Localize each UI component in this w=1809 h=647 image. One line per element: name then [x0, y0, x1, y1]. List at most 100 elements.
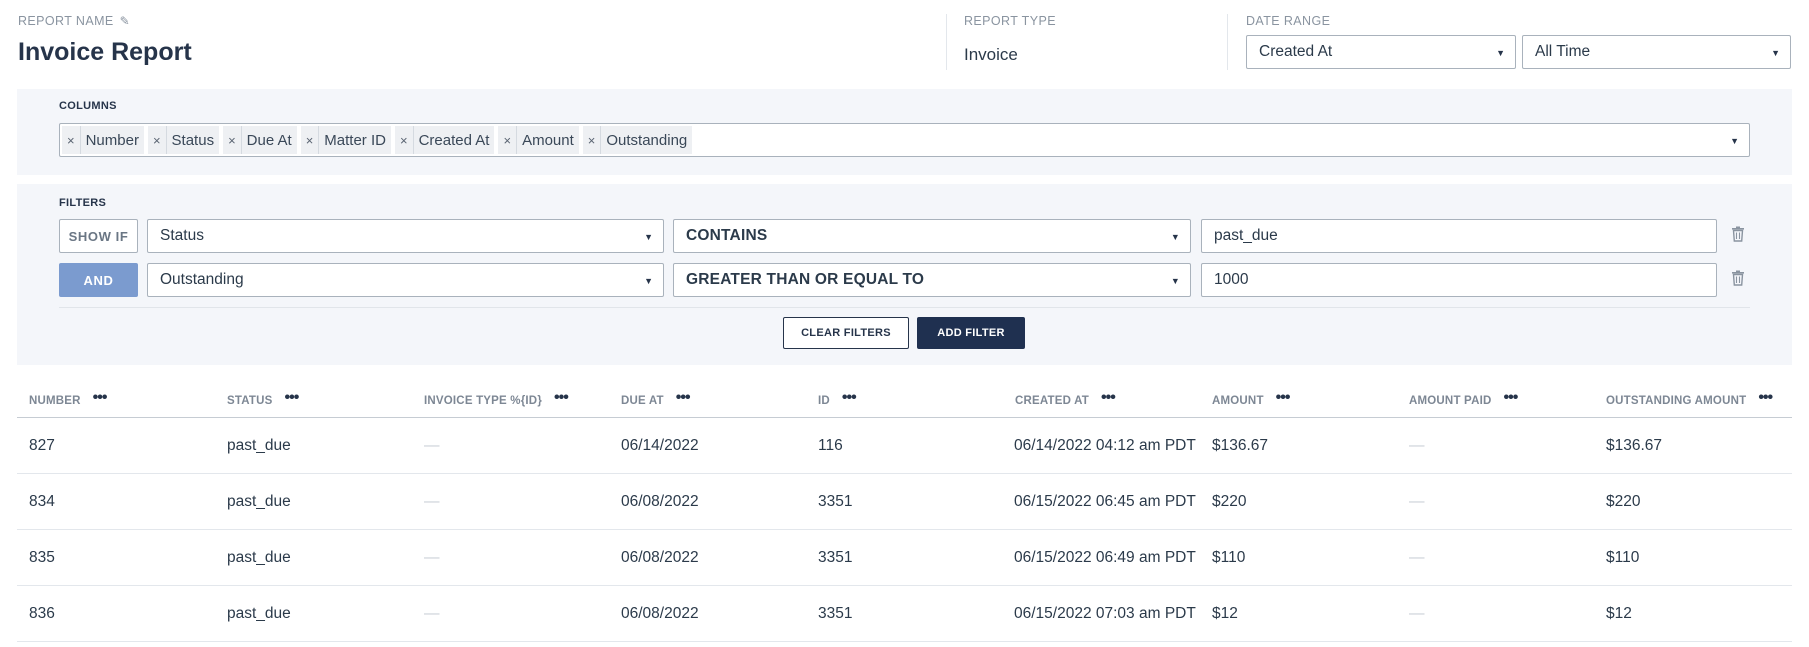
filter-value-input[interactable]: 1000 [1201, 263, 1717, 297]
results-table: NUMBER ••• STATUS ••• INVOICE TYPE %{ID} ••… [17, 382, 1792, 642]
cell-outstanding: $110 [1606, 549, 1640, 566]
table-row[interactable]: 835 past_due — 06/08/2022 3351 06/15/202… [17, 530, 1792, 586]
cell-invoice-type: — [424, 437, 440, 454]
cell-invoice-type: — [424, 549, 440, 566]
header-divider [946, 14, 947, 70]
add-filter-button[interactable]: ADD FILTER [917, 317, 1025, 349]
cell-status: past_due [227, 493, 291, 510]
columns-multiselect[interactable]: × Number × Status × Due At × Matter ID ×… [59, 123, 1750, 157]
table-row[interactable]: 836 past_due — 06/08/2022 3351 06/15/202… [17, 586, 1792, 642]
more-icon[interactable]: ••• [1758, 390, 1773, 406]
column-header[interactable]: AMOUNT PAID ••• [1409, 390, 1518, 408]
column-tag: × Outstanding [582, 126, 693, 154]
columns-panel: COLUMNS × Number × Status × Due At × Mat… [17, 89, 1792, 175]
more-icon[interactable]: ••• [285, 390, 300, 406]
more-icon[interactable]: ••• [676, 390, 691, 406]
trash-icon[interactable] [1731, 226, 1749, 246]
date-range-label: DATE RANGE [1246, 14, 1331, 28]
column-tag-label: Matter ID [319, 126, 391, 154]
filter-value-input[interactable]: past_due [1201, 219, 1717, 253]
date-period-select[interactable]: All Time ▼ [1522, 35, 1791, 69]
cell-amount: $12 [1212, 605, 1238, 622]
cell-amount: $110 [1212, 549, 1246, 566]
column-header-label: INVOICE TYPE %{ID} [424, 395, 542, 407]
column-tag-label: Status [166, 126, 220, 154]
chevron-down-icon: ▼ [644, 276, 653, 286]
column-header-label: ID [818, 395, 830, 407]
close-icon[interactable]: × [498, 126, 518, 154]
column-header[interactable]: STATUS ••• [227, 390, 300, 408]
report-header: REPORT NAME ✎ Invoice Report REPORT TYPE… [0, 0, 1809, 88]
filter-field-select[interactable]: Outstanding ▼ [147, 263, 664, 297]
table-row[interactable]: 834 past_due — 06/08/2022 3351 06/15/202… [17, 474, 1792, 530]
column-header[interactable]: OUTSTANDING AMOUNT ••• [1606, 390, 1773, 408]
close-icon[interactable]: × [394, 126, 414, 154]
table-header-row: NUMBER ••• STATUS ••• INVOICE TYPE %{ID} ••… [17, 382, 1792, 418]
close-icon[interactable]: × [147, 126, 167, 154]
cell-due-at: 06/14/2022 [621, 437, 699, 454]
report-type-value: Invoice [964, 45, 1018, 64]
close-icon[interactable]: × [582, 126, 602, 154]
cell-created-at: 06/14/2022 04:12 am PDT [1014, 437, 1196, 454]
filter-operator-select[interactable]: GREATER THAN OR EQUAL TO ▼ [673, 263, 1191, 297]
column-tag: × Matter ID [300, 126, 391, 154]
cell-id: 3351 [818, 605, 853, 622]
cell-due-at: 06/08/2022 [621, 493, 699, 510]
filters-divider [59, 307, 1750, 308]
date-field-select[interactable]: Created At ▼ [1246, 35, 1516, 69]
cell-id: 116 [818, 437, 843, 454]
column-tag-label: Due At [241, 126, 297, 154]
cell-outstanding: $12 [1606, 605, 1632, 622]
column-tag: × Created At [394, 126, 495, 154]
column-header[interactable]: DUE AT ••• [621, 390, 691, 408]
cell-amount-paid: — [1409, 493, 1425, 510]
pencil-icon[interactable]: ✎ [120, 14, 130, 28]
show-if-button[interactable]: SHOW IF [59, 219, 138, 253]
filter-value-text: 1000 [1214, 271, 1249, 288]
cell-created-at: 06/15/2022 06:49 am PDT [1014, 549, 1196, 566]
cell-amount-paid: — [1409, 605, 1425, 622]
cell-outstanding: $136.67 [1606, 437, 1663, 454]
more-icon[interactable]: ••• [1503, 390, 1518, 406]
clear-filters-button[interactable]: CLEAR FILTERS [783, 317, 909, 349]
column-header[interactable]: INVOICE TYPE %{ID} ••• [424, 390, 569, 408]
column-header[interactable]: AMOUNT ••• [1212, 390, 1291, 408]
more-icon[interactable]: ••• [554, 390, 569, 406]
filter-operator-value: CONTAINS [686, 227, 768, 244]
more-icon[interactable]: ••• [1276, 390, 1291, 406]
cell-id: 3351 [818, 549, 853, 566]
column-header-label: CREATED AT [1015, 395, 1089, 407]
close-icon[interactable]: × [223, 126, 242, 154]
cell-amount: $136.67 [1212, 437, 1269, 454]
filters-label: FILTERS [59, 197, 107, 209]
cell-invoice-type: — [424, 605, 440, 622]
filter-field-select[interactable]: Status ▼ [147, 219, 664, 253]
report-name[interactable]: Invoice Report [18, 38, 192, 67]
more-icon[interactable]: ••• [842, 390, 857, 406]
column-tag-label: Amount [517, 126, 579, 154]
column-header-label: DUE AT [621, 395, 664, 407]
cell-amount-paid: — [1409, 549, 1425, 566]
cell-due-at: 06/08/2022 [621, 605, 699, 622]
close-icon[interactable]: × [300, 126, 320, 154]
header-divider [1227, 14, 1228, 70]
table-row[interactable]: 827 past_due — 06/14/2022 116 06/14/2022… [17, 418, 1792, 474]
filters-panel: FILTERS SHOW IF Status ▼ CONTAINS ▼ past… [17, 184, 1792, 365]
filter-value-text: past_due [1214, 227, 1278, 244]
more-icon[interactable]: ••• [1101, 390, 1116, 406]
trash-icon[interactable] [1731, 270, 1749, 290]
more-icon[interactable]: ••• [93, 390, 108, 406]
chevron-down-icon: ▼ [644, 232, 653, 242]
filter-operator-value: GREATER THAN OR EQUAL TO [686, 271, 925, 288]
column-header[interactable]: CREATED AT ••• [1015, 390, 1116, 408]
chevron-down-icon[interactable]: ▼ [1730, 136, 1739, 146]
chevron-down-icon: ▼ [1496, 48, 1505, 58]
close-icon[interactable]: × [62, 126, 81, 154]
column-header[interactable]: NUMBER ••• [29, 390, 108, 408]
column-tag: × Number [62, 126, 144, 154]
filter-operator-select[interactable]: CONTAINS ▼ [673, 219, 1191, 253]
and-button[interactable]: AND [59, 263, 138, 297]
report-type-label: REPORT TYPE [964, 14, 1056, 28]
column-tag: × Due At [223, 126, 297, 154]
column-header[interactable]: ID ••• [818, 390, 857, 408]
